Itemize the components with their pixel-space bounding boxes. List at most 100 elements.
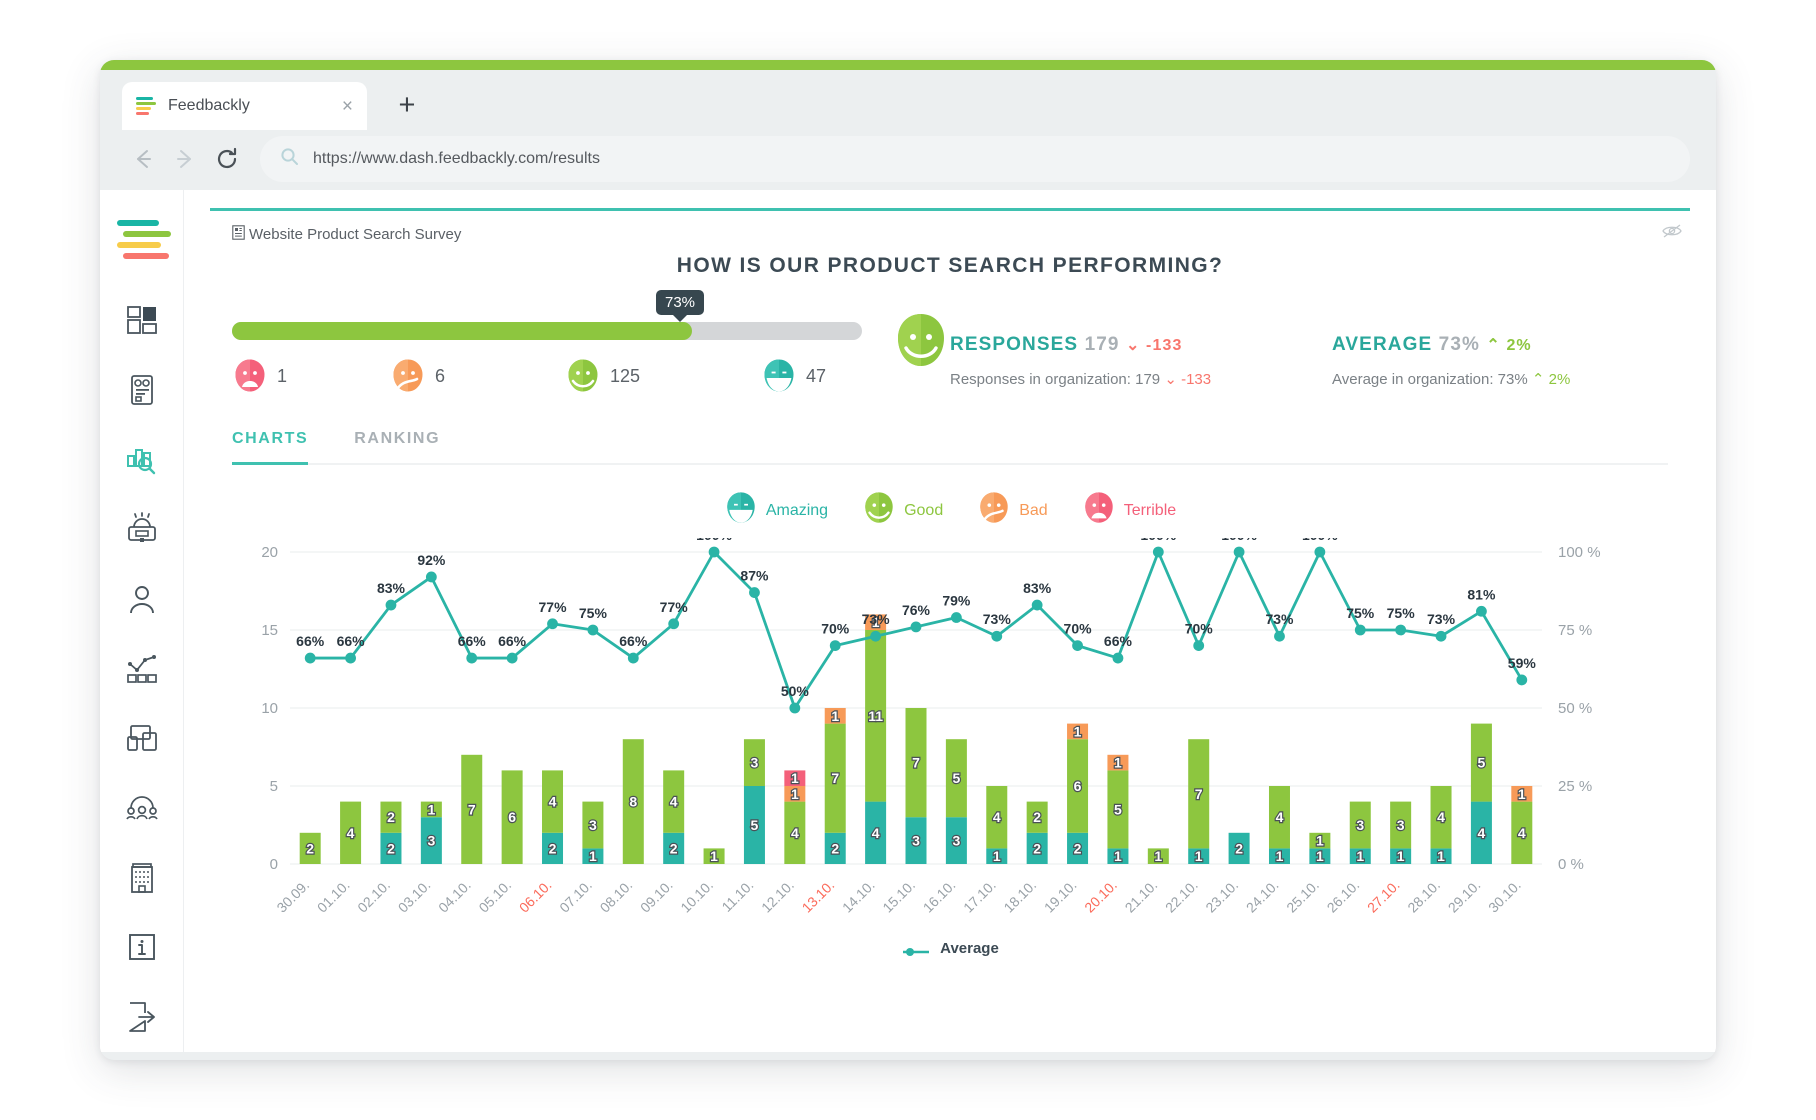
bar-value-label: 1 xyxy=(1518,786,1526,802)
stat-sub-delta: ⌄ -133 xyxy=(1164,371,1211,388)
sidebar-item-results[interactable] xyxy=(113,424,171,494)
average-point xyxy=(547,618,558,629)
bar-value-label: 11 xyxy=(868,708,883,724)
url-bar[interactable]: https://www.dash.feedbackly.com/results xyxy=(260,136,1690,182)
stat-responses: RESPONSES 179 ⌄ -133 Responses in organi… xyxy=(950,334,1286,388)
bar-value-label: 2 xyxy=(1074,840,1082,856)
bar-value-label: 3 xyxy=(427,833,435,849)
bar-value-label: 1 xyxy=(1074,723,1082,739)
sidebar-item-contacts[interactable] xyxy=(113,564,171,634)
bar-value-label: 2 xyxy=(387,809,395,825)
sidebar-item-surveys[interactable] xyxy=(113,355,171,425)
y2-axis-tick: 100 % xyxy=(1558,544,1601,561)
bar-value-label: 1 xyxy=(1114,848,1122,864)
stat-sub-label: Responses in organization: xyxy=(950,371,1131,388)
main-content: Website Product Search Survey HOW IS OUR… xyxy=(184,190,1716,1052)
sidebar xyxy=(100,190,184,1052)
rating-count-bad: 6 xyxy=(390,358,565,394)
bar-value-label: 2 xyxy=(387,840,395,856)
rating-count-good: 125 xyxy=(565,358,761,394)
stat-average-sub: Average in organization: 73% ⌃ 2% xyxy=(1332,370,1668,388)
x-axis-tick: 30.09. xyxy=(273,877,312,916)
legend-item-amazing[interactable]: Amazing xyxy=(724,491,828,530)
forward-arrow-icon[interactable] xyxy=(164,138,206,180)
bar-value-label: 1 xyxy=(710,848,718,864)
stat-sub-value: 179 xyxy=(1135,371,1160,388)
average-point-label: 83% xyxy=(1023,580,1052,596)
survey-name: Website Product Search Survey xyxy=(232,225,461,244)
bar-value-label: 2 xyxy=(831,840,839,856)
bar-value-label: 2 xyxy=(670,840,678,856)
legend-label: Terrible xyxy=(1124,502,1176,520)
sidebar-item-info[interactable] xyxy=(113,913,171,983)
x-axis-tick: 26.10. xyxy=(1324,877,1363,916)
bar-value-label: 2 xyxy=(549,840,557,856)
average-point xyxy=(1476,606,1487,617)
average-point-label: 75% xyxy=(1387,605,1416,621)
chart-container: 00 %525 %1050 %1575 %20100 %242231762413… xyxy=(232,538,1668,958)
average-point xyxy=(911,621,922,632)
bar-value-label: 3 xyxy=(1356,817,1364,833)
legend-item-good[interactable]: Good xyxy=(862,491,943,530)
stat-value: 73% xyxy=(1439,334,1480,355)
bar-value-label: 1 xyxy=(791,770,799,786)
average-point-label: 77% xyxy=(660,599,689,615)
average-point xyxy=(588,625,599,636)
bad-face-icon xyxy=(390,358,426,394)
rating-counts: 1 6 xyxy=(232,358,932,394)
search-icon xyxy=(280,147,299,171)
tab-ranking[interactable]: RANKING xyxy=(354,430,440,463)
average-series-legend[interactable]: Average xyxy=(232,940,1668,957)
score-slider[interactable]: 73% xyxy=(232,322,932,340)
page-root: Feedbackly × + https://www.dash.feedback… xyxy=(0,0,1816,1120)
legend-item-terrible[interactable]: Terrible xyxy=(1082,491,1176,530)
average-point xyxy=(1274,631,1285,642)
average-point xyxy=(668,618,679,629)
average-point xyxy=(466,653,477,664)
rating-count-value: 1 xyxy=(277,366,287,387)
new-tab-button[interactable]: + xyxy=(392,92,422,122)
results-card: Website Product Search Survey HOW IS OUR… xyxy=(210,208,1690,958)
y-axis-tick: 5 xyxy=(270,778,278,795)
bar-value-label: 1 xyxy=(1316,848,1324,864)
average-point-label: 100% xyxy=(1302,538,1338,543)
bar-value-label: 5 xyxy=(751,817,759,833)
gauge-row: 73% xyxy=(232,300,1668,394)
bar-value-label: 3 xyxy=(1397,817,1405,833)
average-point-label: 79% xyxy=(942,593,971,609)
average-point-label: 81% xyxy=(1467,586,1496,602)
average-point xyxy=(951,612,962,623)
reload-icon[interactable] xyxy=(206,138,248,180)
sidebar-item-teams[interactable] xyxy=(113,773,171,843)
sidebar-item-organization[interactable] xyxy=(113,843,171,913)
average-point-label: 70% xyxy=(821,621,850,637)
sidebar-item-dashboard[interactable] xyxy=(113,285,171,355)
browser-tab[interactable]: Feedbackly × xyxy=(122,82,367,130)
average-point-label: 66% xyxy=(619,633,648,649)
bar-value-label: 1 xyxy=(1437,848,1445,864)
amazing-face-icon xyxy=(724,491,758,530)
bar-value-label: 1 xyxy=(427,801,435,817)
bar-value-label: 1 xyxy=(791,786,799,802)
average-point-label: 87% xyxy=(740,568,769,584)
average-point xyxy=(305,653,316,664)
average-point xyxy=(709,547,720,558)
average-legend-label: Average xyxy=(940,940,999,957)
bar-value-label: 2 xyxy=(1033,840,1041,856)
rating-count-value: 6 xyxy=(435,366,445,387)
eye-off-icon[interactable] xyxy=(1662,223,1682,244)
average-point xyxy=(1395,625,1406,636)
sidebar-item-touchpoints[interactable] xyxy=(113,494,171,564)
legend-item-bad[interactable]: Bad xyxy=(977,491,1047,530)
bar-value-label: 4 xyxy=(791,825,799,841)
sidebar-item-devices[interactable] xyxy=(113,703,171,773)
sidebar-item-analytics[interactable] xyxy=(113,634,171,704)
x-axis-tick: 23.10. xyxy=(1202,877,1241,916)
bar-value-label: 1 xyxy=(993,848,1001,864)
close-icon[interactable]: × xyxy=(342,97,353,116)
tab-charts[interactable]: CHARTS xyxy=(232,430,308,465)
sidebar-item-logout[interactable] xyxy=(113,982,171,1052)
y2-axis-tick: 0 % xyxy=(1558,856,1584,873)
back-arrow-icon[interactable] xyxy=(122,138,164,180)
x-axis-tick: 05.10. xyxy=(475,877,514,916)
